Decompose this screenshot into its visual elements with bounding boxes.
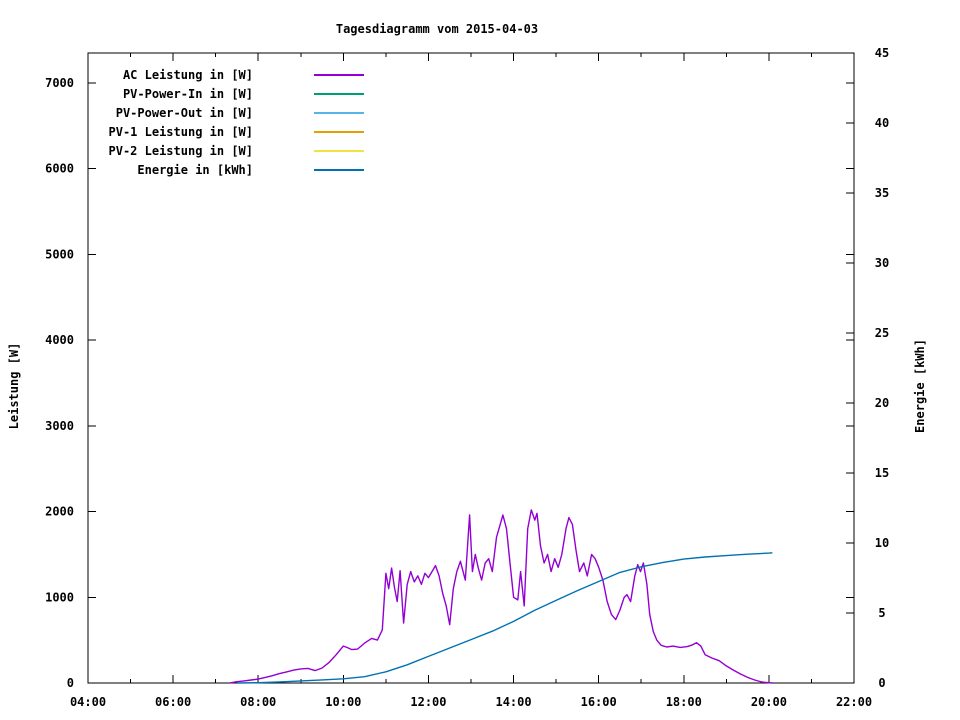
y-right-tick-label: 35	[875, 186, 889, 200]
x-tick-label: 20:00	[751, 695, 787, 709]
y-right-tick-label: 10	[875, 536, 889, 550]
legend-label: Energie in [kWh]	[137, 163, 253, 177]
x-tick-label: 10:00	[325, 695, 361, 709]
y-left-tick-label: 7000	[45, 76, 74, 90]
x-tick-label: 12:00	[410, 695, 446, 709]
y-left-tick-label: 5000	[45, 247, 74, 261]
y-right-tick-label: 25	[875, 326, 889, 340]
y-right-tick-label: 45	[875, 46, 889, 60]
y-right-tick-label: 15	[875, 466, 889, 480]
chart-title: Tagesdiagramm vom 2015-04-03	[336, 22, 538, 36]
legend-label: PV-1 Leistung in [W]	[109, 125, 254, 139]
legend-label: PV-Power-Out in [W]	[116, 106, 253, 120]
y-left-tick-label: 2000	[45, 505, 74, 519]
y-right-axis-label: Energie [kWh]	[913, 339, 927, 433]
x-tick-label: 08:00	[240, 695, 276, 709]
y-left-tick-label: 4000	[45, 333, 74, 347]
y-right-tick-label: 20	[875, 396, 889, 410]
x-tick-label: 22:00	[836, 695, 872, 709]
y-left-tick-label: 6000	[45, 162, 74, 176]
y-right-tick-label: 30	[875, 256, 889, 270]
legend-label: PV-Power-In in [W]	[123, 87, 253, 101]
y-right-tick-label: 40	[875, 116, 889, 130]
tagesdiagramm-chart: Tagesdiagramm vom 2015-04-03 Leistung [W…	[7, 22, 927, 709]
x-tick-label: 06:00	[155, 695, 191, 709]
x-tick-label: 16:00	[581, 695, 617, 709]
y-left-axis-label: Leistung [W]	[7, 343, 21, 430]
legend-label: PV-2 Leistung in [W]	[109, 144, 254, 158]
series-line	[236, 552, 773, 684]
y-left-tick-label: 1000	[45, 590, 74, 604]
series-line	[229, 509, 773, 684]
x-tick-label: 14:00	[495, 695, 531, 709]
y-right-tick-label: 5	[878, 606, 885, 620]
x-tick-label: 18:00	[666, 695, 702, 709]
y-left-tick-label: 0	[67, 676, 74, 690]
chart-canvas: Tagesdiagramm vom 2015-04-03 Leistung [W…	[0, 0, 960, 720]
y-right-tick-label: 0	[878, 676, 885, 690]
plot-area: 04:00 06:00 08:00 10:00 12:00 14:00 16:00 18:00…	[45, 46, 889, 709]
x-tick-label: 04:00	[70, 695, 106, 709]
legend-label: AC Leistung in [W]	[123, 68, 253, 82]
y-left-tick-label: 3000	[45, 419, 74, 433]
